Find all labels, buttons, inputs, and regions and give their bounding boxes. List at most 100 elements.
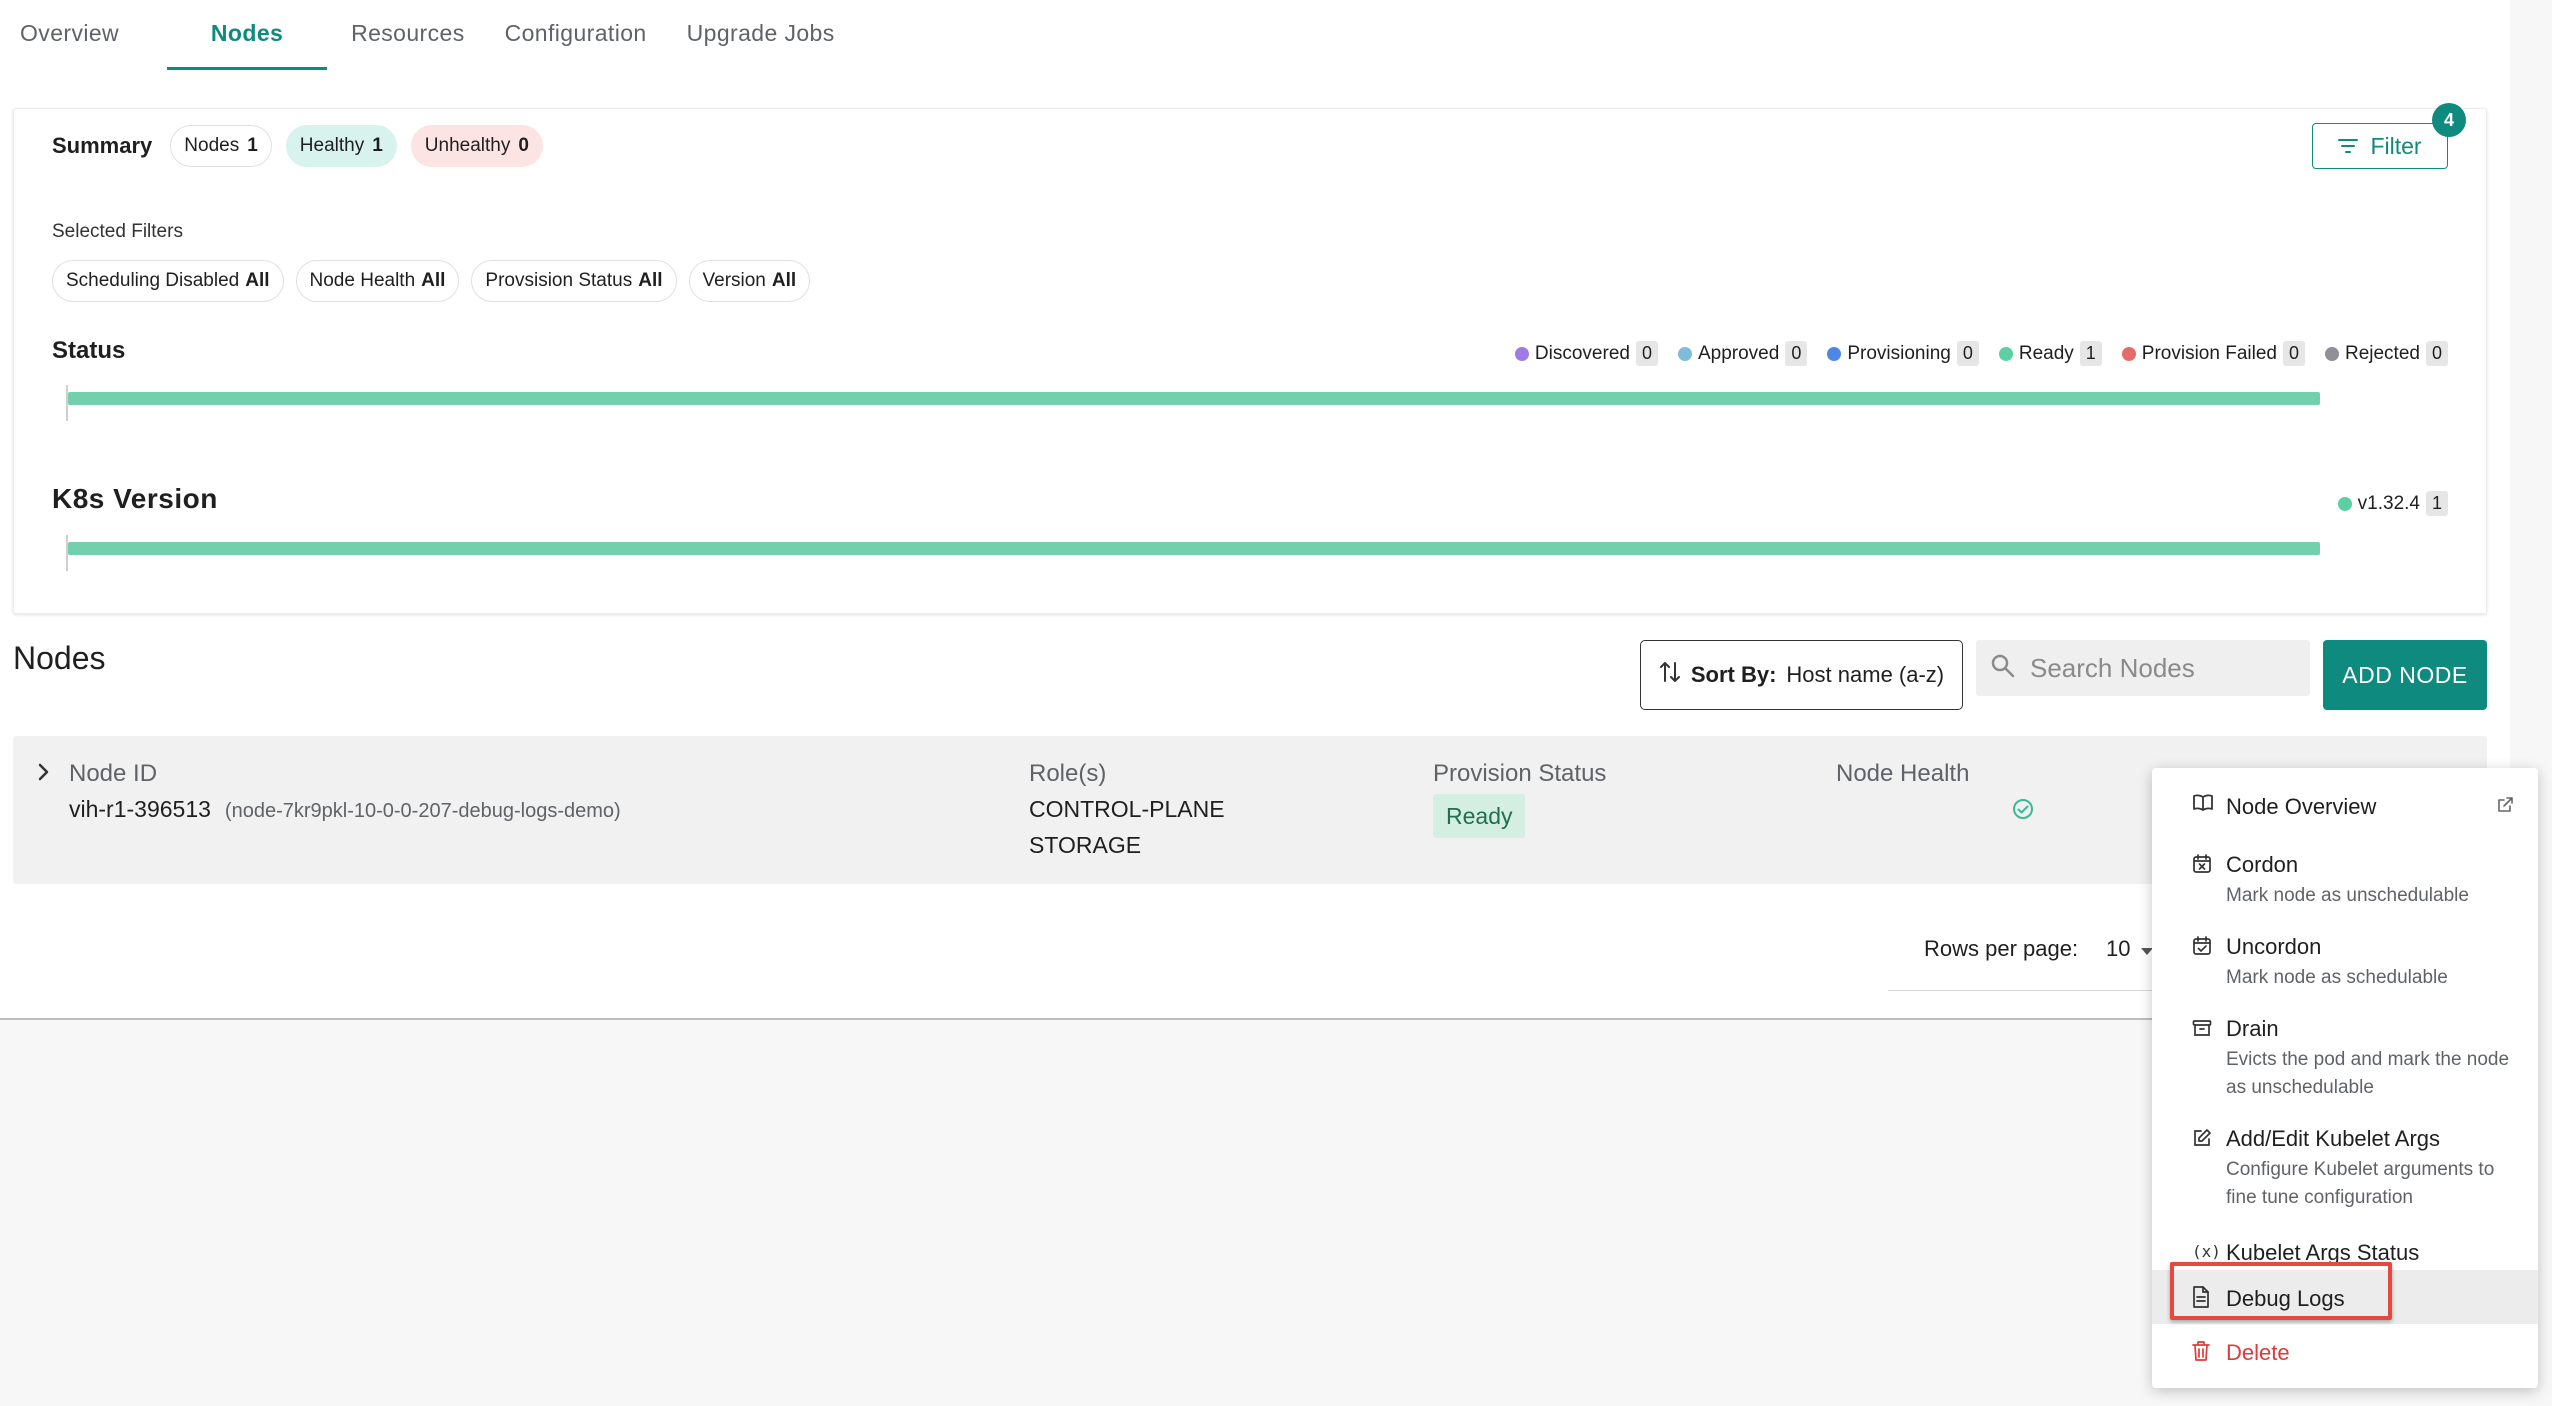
archive-icon: [2192, 1018, 2212, 1043]
nodes-pill-label: Nodes: [184, 135, 240, 156]
legend-v1-32-4: v1.32.4 1: [2337, 491, 2448, 516]
rejected-dot: [2324, 346, 2339, 361]
nodes-section-title: Nodes: [13, 640, 106, 676]
tab-bar: Overview Nodes Resources Configuration U…: [0, 0, 855, 72]
filter-button[interactable]: Filter: [2312, 123, 2448, 169]
node-id-header: Node ID: [69, 760, 158, 787]
version-dot: [2337, 496, 2352, 511]
menu-label: Cordon: [2226, 852, 2299, 877]
filter-chip-provision-status[interactable]: Provsision Status All: [471, 260, 677, 302]
debug-logs-highlight-frame: [2170, 1262, 2392, 1320]
external-link-icon[interactable]: [2496, 796, 2514, 819]
ready-dot: [1998, 346, 2013, 361]
nodes-pill-count: 1: [247, 135, 258, 156]
expand-chevron-icon[interactable]: [37, 762, 51, 787]
tab-resources[interactable]: Resources: [331, 0, 485, 70]
sort-icon: [1659, 660, 1681, 690]
legend-discovered: Discovered 0: [1514, 341, 1658, 366]
legend-count: 1: [2425, 491, 2448, 516]
k8s-bar-v1-32-4[interactable]: [68, 542, 2320, 555]
legend-rejected: Rejected 0: [2324, 341, 2448, 366]
menu-item-uncordon[interactable]: Uncordon Mark node as schedulable: [2152, 928, 2538, 1008]
menu-item-delete[interactable]: Delete: [2152, 1328, 2538, 1380]
legend-count: 1: [2079, 341, 2102, 366]
menu-item-drain[interactable]: Drain Evicts the pod and mark the node a…: [2152, 1010, 2538, 1118]
role-storage: STORAGE: [1029, 832, 1142, 858]
tab-configuration[interactable]: Configuration: [485, 0, 667, 70]
healthy-pill-count: 1: [372, 135, 383, 156]
provision-failed-dot: [2121, 346, 2136, 361]
menu-sublabel: Mark node as schedulable: [2226, 967, 2448, 988]
search-nodes-input[interactable]: [2030, 652, 2290, 684]
search-box: [1976, 640, 2310, 696]
pagination-divider: [1888, 990, 2188, 991]
unhealthy-pill-count: 0: [518, 135, 529, 156]
rows-per-page-label: Rows per page:: [1924, 936, 2079, 961]
trash-icon: [2192, 1340, 2210, 1367]
book-icon: [2192, 794, 2214, 817]
legend-count: 0: [2425, 341, 2448, 366]
filter-icon: [2338, 133, 2359, 160]
calendar-x-icon: [2192, 854, 2212, 879]
menu-sublabel: Evicts the pod and mark the node as unsc…: [2226, 1049, 2510, 1098]
calendar-check-icon: [2192, 936, 2212, 961]
edit-icon: [2192, 1128, 2212, 1153]
status-title: Status: [52, 337, 126, 364]
legend-provision-failed: Provision Failed 0: [2121, 341, 2305, 366]
unhealthy-count-pill: Unhealthy 0: [410, 125, 543, 167]
tab-overview[interactable]: Overview: [0, 0, 139, 70]
legend-label: Ready: [2018, 342, 2074, 364]
sort-by-button[interactable]: Sort By: Host name (a-z): [1640, 640, 1963, 710]
menu-sublabel: Configure Kubelet arguments to fine tune…: [2226, 1159, 2495, 1208]
chip-value: All: [245, 270, 270, 291]
menu-label: Uncordon: [2226, 934, 2322, 959]
node-id-text: vih-r1-396513: [69, 796, 211, 822]
tab-nodes[interactable]: Nodes: [167, 0, 328, 70]
healthy-check-icon: [2011, 797, 2035, 826]
legend-label: Rejected: [2344, 342, 2420, 364]
filter-chip-node-health[interactable]: Node Health All: [295, 260, 460, 302]
provision-status-header: Provision Status: [1433, 760, 1607, 787]
node-name-sub: (node-7kr9pkl-10-0-0-207-debug-logs-demo…: [224, 800, 621, 822]
filter-chip-version[interactable]: Version All: [688, 260, 811, 302]
k8s-legend: v1.32.4 1: [2337, 491, 2448, 516]
roles-header: Role(s): [1029, 760, 1107, 787]
sort-prefix: Sort By:: [1690, 662, 1777, 687]
approved-dot: [1677, 346, 1692, 361]
rows-per-page-value: 10: [2106, 936, 2131, 961]
nodes-count-pill: Nodes 1: [170, 125, 272, 167]
role-control-plane: CONTROL-PLANE: [1029, 796, 1225, 822]
menu-item-cordon[interactable]: Cordon Mark node as unschedulable: [2152, 846, 2538, 926]
menu-label: Drain: [2226, 1016, 2279, 1041]
discovered-dot: [1514, 346, 1529, 361]
healthy-count-pill: Healthy 1: [285, 125, 397, 167]
menu-label: Add/Edit Kubelet Args: [2226, 1126, 2441, 1151]
menu-sublabel: Mark node as unschedulable: [2226, 885, 2469, 906]
legend-provisioning: Provisioning 0: [1827, 341, 1979, 366]
chip-value: All: [638, 270, 663, 291]
selected-filters-label: Selected Filters: [52, 221, 183, 242]
tab-upgrade-jobs[interactable]: Upgrade Jobs: [667, 0, 855, 70]
filter-chip-scheduling-disabled[interactable]: Scheduling Disabled All: [52, 260, 284, 302]
node-id-value: vih-r1-396513 (node-7kr9pkl-10-0-0-207-de…: [69, 796, 621, 823]
menu-label: Delete: [2226, 1340, 2290, 1365]
add-node-button[interactable]: ADD NODE: [2323, 640, 2487, 710]
selected-filters-chips: Scheduling Disabled All Node Health All Pr…: [52, 260, 811, 302]
status-legend: Discovered 0 Approved 0 Provisioning 0 Read…: [1514, 341, 2448, 366]
provisioning-dot: [1827, 346, 1842, 361]
table-row[interactable]: Node ID vih-r1-396513 (node-7kr9pkl-10-0-…: [13, 736, 2487, 884]
chip-value: All: [771, 270, 797, 291]
chip-name: Provsision Status: [485, 270, 633, 291]
summary-title: Summary: [52, 133, 153, 158]
node-actions-menu: Node Overview Cordon Mark node as unsche…: [2152, 768, 2538, 1388]
status-bar-ready[interactable]: [68, 392, 2320, 405]
summary-card: Summary Nodes 1 Healthy 1 Unhealthy 0 Filte…: [13, 103, 2487, 614]
variable-icon: (x): [2192, 1242, 2221, 1261]
rows-per-page-select[interactable]: 10: [2106, 936, 2154, 962]
menu-item-add-edit-kubelet-args[interactable]: Add/Edit Kubelet Args Configure Kubelet …: [2152, 1120, 2538, 1228]
filter-count-badge: 4: [2432, 103, 2466, 137]
legend-label: Discovered: [1534, 342, 1630, 364]
legend-label: Approved: [1697, 342, 1780, 364]
menu-item-node-overview[interactable]: Node Overview: [2152, 768, 2538, 832]
main-content: Overview Nodes Resources Configuration U…: [0, 0, 2510, 1020]
